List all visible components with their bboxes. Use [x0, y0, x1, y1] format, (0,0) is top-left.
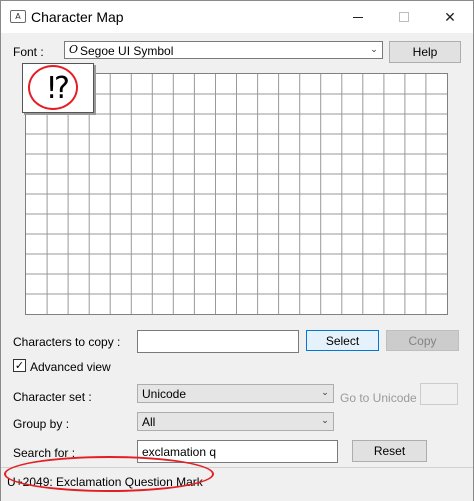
font-dropdown[interactable]: O Segoe UI Symbol ⌄ [64, 41, 383, 59]
advanced-view-checkbox[interactable]: ✓ [13, 359, 26, 372]
status-bar: U+2049: Exclamation Question Mark [1, 467, 473, 501]
character-set-value: Unicode [142, 387, 187, 401]
minimize-button[interactable] [335, 1, 381, 33]
status-text: U+2049: Exclamation Question Mark [7, 475, 203, 489]
copy-button[interactable]: Copy [386, 330, 459, 351]
character-set-label: Character set : [13, 390, 92, 404]
close-button[interactable]: ✕ [427, 1, 473, 33]
search-for-label: Search for : [13, 446, 76, 460]
characters-to-copy-label: Characters to copy : [13, 335, 121, 349]
character-map-app-icon: A [10, 10, 26, 23]
chevron-down-icon: ⌄ [321, 416, 329, 426]
font-label: Font : [13, 45, 44, 59]
close-icon: ✕ [444, 8, 456, 25]
help-button[interactable]: Help [389, 41, 461, 63]
chevron-down-icon: ⌄ [321, 388, 329, 398]
group-by-dropdown[interactable]: All ⌄ [137, 412, 334, 431]
chevron-down-icon: ⌄ [370, 45, 378, 55]
minimize-icon [353, 16, 363, 18]
search-input[interactable]: exclamation q [137, 440, 338, 463]
window-title: Character Map [31, 9, 124, 25]
group-by-value: All [142, 415, 156, 429]
character-map-window: A Character Map ✕ Font : O Segoe UI Symb… [0, 0, 474, 501]
group-by-label: Group by : [13, 417, 70, 431]
maximize-icon [399, 12, 409, 22]
title-bar[interactable]: A Character Map ✕ [1, 1, 473, 33]
go-to-unicode-input[interactable] [420, 383, 458, 405]
font-dropdown-value: Segoe UI Symbol [80, 44, 174, 58]
search-input-value: exclamation q [142, 445, 217, 459]
characters-to-copy-input[interactable] [137, 330, 299, 353]
opentype-font-icon: O [69, 43, 79, 56]
maximize-button[interactable] [381, 1, 427, 33]
select-button[interactable]: Select [306, 330, 379, 351]
advanced-view-label: Advanced view [30, 360, 111, 374]
character-set-dropdown[interactable]: Unicode ⌄ [137, 384, 334, 403]
reset-button[interactable]: Reset [352, 440, 427, 462]
go-to-unicode-label: Go to Unicode : [340, 391, 424, 405]
selected-character-zoom: ⁉ [22, 63, 94, 113]
